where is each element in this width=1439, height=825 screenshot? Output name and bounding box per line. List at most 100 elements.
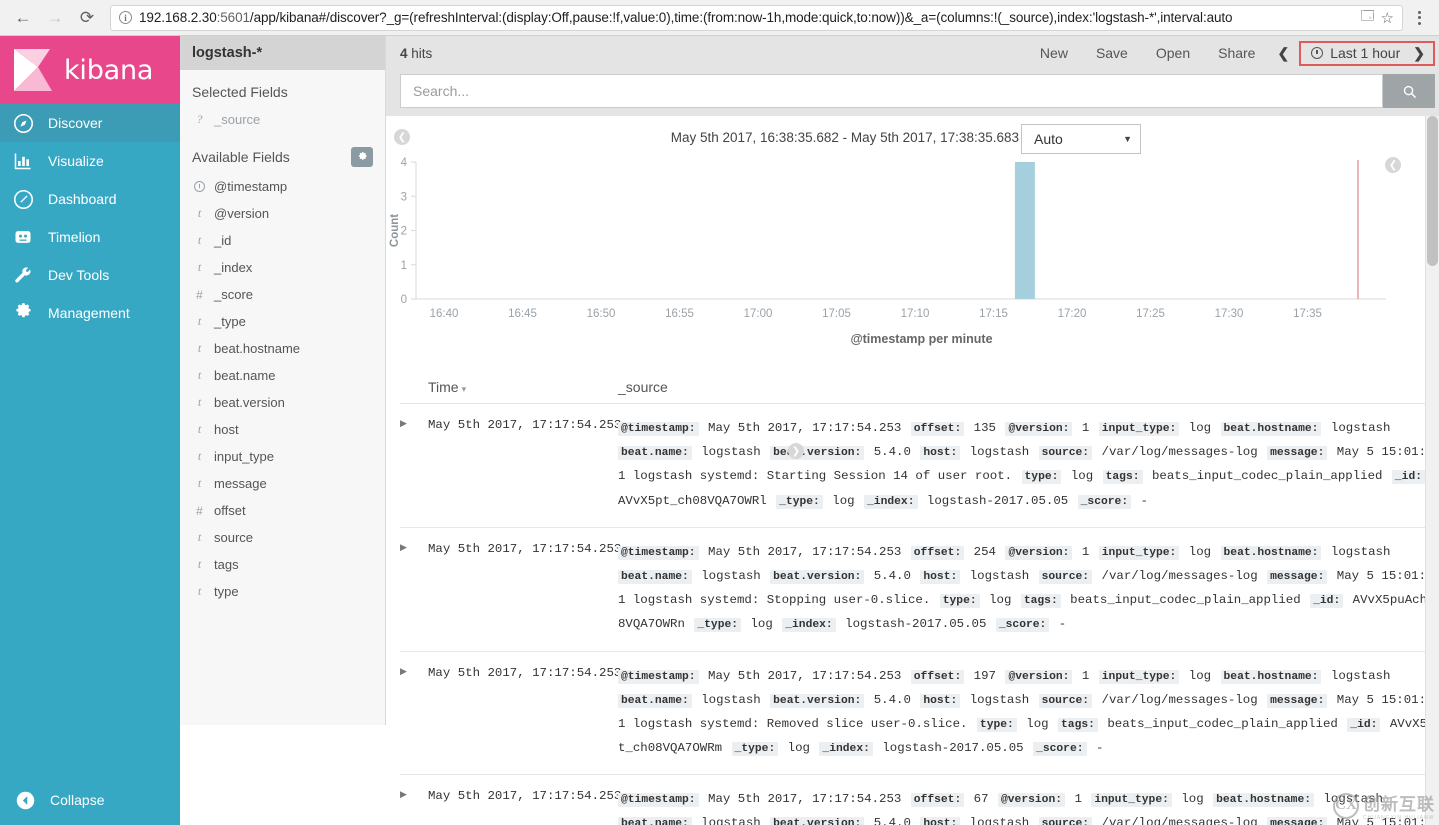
field-name: _type	[214, 314, 246, 329]
expand-row-icon[interactable]: ▶	[400, 664, 428, 761]
content-scrollbar[interactable]	[1425, 116, 1439, 825]
field-key: message:	[1267, 446, 1328, 461]
sidebar-item-discover[interactable]: Discover	[0, 104, 180, 142]
field-key: beat.hostname:	[1220, 422, 1322, 436]
field-key: beat.hostname:	[1220, 669, 1322, 684]
svg-text:4: 4	[401, 157, 408, 169]
field-type-string-icon: t	[197, 584, 202, 598]
field-name: beat.name	[214, 368, 276, 383]
index-pattern-selector[interactable]: logstash-*	[180, 36, 385, 70]
expand-row-icon[interactable]: ▶	[400, 416, 428, 513]
time-picker-button[interactable]: Last 1 hour ❯	[1299, 40, 1435, 66]
field-value: 5.4.0	[866, 445, 919, 460]
address-bar[interactable]: i 192.168.2.30:5601/app/kibana#/discover…	[110, 4, 1403, 31]
field-row[interactable]: ? _source	[192, 106, 373, 133]
sidebar-item-visualize[interactable]: Visualize	[0, 142, 180, 180]
x-axis-title: @timestamp per minute	[850, 332, 993, 346]
field-value: logstash	[1323, 668, 1391, 683]
chart-collapse-left-icon[interactable]: ❮	[394, 129, 410, 145]
field-value: 1	[1074, 544, 1097, 559]
field-value: 254	[966, 544, 1004, 559]
browser-toolbar: ← → ⟳ i 192.168.2.30:5601/app/kibana#/di…	[0, 0, 1439, 36]
sidebar-item-dashboard[interactable]: Dashboard	[0, 180, 180, 218]
expand-row-icon[interactable]: ▶	[400, 787, 428, 825]
field-type-string-icon: t	[197, 260, 202, 274]
kibana-logo[interactable]: kibana	[0, 36, 180, 104]
reload-button[interactable]: ⟳	[74, 5, 100, 31]
browser-menu-icon[interactable]	[1409, 10, 1429, 25]
field-row[interactable]: t _index	[192, 254, 373, 281]
field-key: _id:	[1310, 594, 1344, 609]
field-value: log	[1173, 792, 1212, 807]
field-key: beat.name:	[618, 817, 692, 825]
expand-row-icon[interactable]: ▶	[400, 540, 428, 637]
field-value: 1	[1074, 668, 1097, 683]
time-prev-button[interactable]: ❮	[1269, 45, 1297, 62]
field-type-string-icon: t	[197, 314, 202, 328]
row-source: @timestamp: May 5th 2017, 17:17:54.253 o…	[618, 664, 1435, 761]
table-row[interactable]: ▶ May 5th 2017, 17:17:54.253 @timestamp: M…	[400, 404, 1435, 528]
field-settings-gear-icon[interactable]	[351, 147, 373, 167]
search-input[interactable]	[400, 74, 1383, 108]
field-name: _id	[214, 233, 232, 248]
field-key: host:	[920, 817, 961, 825]
field-row[interactable]: # offset	[192, 497, 373, 524]
new-button[interactable]: New	[1026, 36, 1082, 70]
svg-text:Count: Count	[389, 214, 401, 247]
share-button[interactable]: Share	[1204, 36, 1269, 70]
chart-collapse-right-icon[interactable]: ❮	[1385, 157, 1401, 173]
field-row[interactable]: t input_type	[192, 443, 373, 470]
table-row[interactable]: ▶ May 5th 2017, 17:17:54.253 @timestamp: M…	[400, 652, 1435, 776]
field-value: /var/log/messages-log	[1094, 692, 1266, 707]
histogram-chart[interactable]: ❮ 0 1 2 3 4 Count 16:40 16:45 16:50 16:55 17:00 17:…	[386, 154, 1439, 369]
field-row[interactable]: t source	[192, 524, 373, 551]
field-row[interactable]: # _score	[192, 281, 373, 308]
field-value: /var/log/messages-log	[1094, 445, 1266, 460]
field-row[interactable]: t tags	[192, 551, 373, 578]
field-row[interactable]: t host	[192, 416, 373, 443]
field-value: 1	[1074, 421, 1097, 435]
row-source: @timestamp: May 5th 2017, 17:17:54.253 o…	[618, 787, 1435, 825]
chevron-down-icon: ▼	[1123, 134, 1132, 144]
sidebar-item-timelion[interactable]: Timelion	[0, 218, 180, 256]
field-value: logstash-2017.05.05	[919, 493, 1076, 508]
translate-icon[interactable]: 🗔	[1360, 7, 1374, 29]
watermark: CX 创新互联 CHUANGXIN HULIANW	[1333, 790, 1435, 821]
interval-select[interactable]: Auto ▼	[1021, 124, 1141, 154]
time-next-button[interactable]: ❯	[1407, 45, 1425, 62]
chart-collapse-bottom-icon[interactable]: ❯	[788, 443, 804, 459]
save-button[interactable]: Save	[1082, 36, 1142, 70]
field-row[interactable]: t beat.version	[192, 389, 373, 416]
bookmark-star-icon[interactable]: ☆	[1381, 9, 1394, 27]
sidebar-item-dev-tools[interactable]: Dev Tools	[0, 256, 180, 294]
field-key: beat.version:	[770, 446, 865, 461]
field-row[interactable]: t _type	[192, 308, 373, 335]
column-header-time[interactable]: Time ▾	[400, 379, 618, 395]
field-row[interactable]: t beat.name	[192, 362, 373, 389]
field-row[interactable]: t beat.hostname	[192, 335, 373, 362]
field-key: source:	[1038, 693, 1093, 708]
field-key: message:	[1267, 569, 1328, 584]
scrollbar-thumb[interactable]	[1427, 116, 1438, 266]
sidebar-collapse-button[interactable]: Collapse	[0, 783, 180, 817]
field-row[interactable]: t message	[192, 470, 373, 497]
field-key: beat.name:	[618, 569, 692, 584]
field-key: @timestamp:	[618, 793, 699, 808]
sidebar-item-management[interactable]: Management	[0, 294, 180, 332]
search-submit-button[interactable]	[1383, 74, 1435, 108]
field-value: -	[1133, 493, 1148, 508]
back-button[interactable]: ←	[10, 5, 36, 31]
field-row[interactable]: t _id	[192, 227, 373, 254]
forward-button[interactable]: →	[42, 5, 68, 31]
field-row[interactable]: @timestamp	[192, 173, 373, 200]
table-row[interactable]: ▶ May 5th 2017, 17:17:54.253 @timestamp: M…	[400, 775, 1435, 825]
open-button[interactable]: Open	[1142, 36, 1204, 70]
sidebar-label: Timelion	[48, 229, 101, 245]
kibana-logo-icon	[14, 49, 52, 91]
field-row[interactable]: t @version	[192, 200, 373, 227]
field-value: log	[743, 617, 781, 632]
watermark-logo-icon: CX	[1333, 792, 1359, 819]
field-row[interactable]: t type	[192, 578, 373, 605]
table-row[interactable]: ▶ May 5th 2017, 17:17:54.253 @timestamp: M…	[400, 528, 1435, 652]
site-info-icon[interactable]: i	[119, 11, 132, 24]
